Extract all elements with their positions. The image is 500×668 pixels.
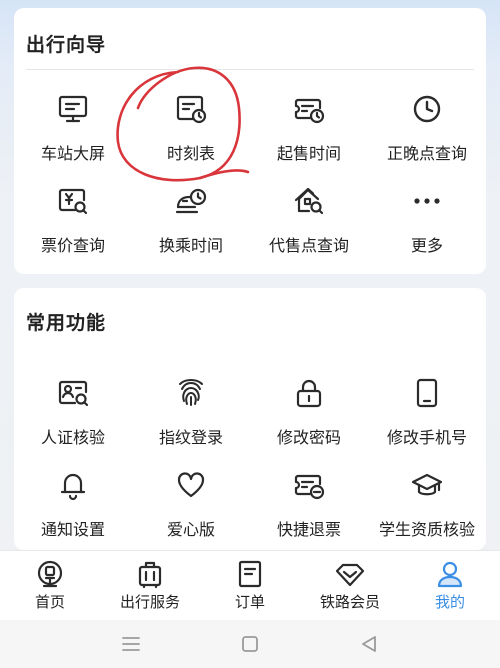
fingerprint-icon xyxy=(174,376,208,410)
bell-icon xyxy=(56,468,90,502)
user-icon xyxy=(435,559,465,589)
system-navigation-bar xyxy=(0,620,500,668)
luggage-icon xyxy=(135,559,165,589)
ticket-clock-icon xyxy=(292,92,326,126)
timetable-label: 时刻表 xyxy=(166,144,215,163)
quick-refund-button[interactable]: 快捷退票 xyxy=(250,460,368,552)
nav-label-orders: 订单 xyxy=(234,593,265,611)
student-verification-label: 学生资质核验 xyxy=(378,520,475,539)
price-query-button[interactable]: 票价查询 xyxy=(14,176,132,268)
price-query-label: 票价查询 xyxy=(40,236,105,255)
lock-icon xyxy=(292,376,326,410)
divider xyxy=(26,69,474,70)
more-dots-icon xyxy=(410,184,444,218)
change-password-label: 修改密码 xyxy=(276,428,341,447)
change-phone-label: 修改手机号 xyxy=(386,428,467,447)
diamond-icon xyxy=(335,559,365,589)
menu-icon[interactable] xyxy=(119,632,143,656)
home-train-icon xyxy=(35,559,65,589)
order-document-icon xyxy=(235,559,265,589)
train-clock-icon xyxy=(174,184,208,218)
sale-start-time-button[interactable]: 起售时间 xyxy=(250,84,368,176)
nav-label-travel-services: 出行服务 xyxy=(119,593,180,611)
student-verification-button[interactable]: 学生资质核验 xyxy=(368,460,486,552)
nav-label-home: 首页 xyxy=(34,593,65,611)
more-label: 更多 xyxy=(410,236,443,255)
id-verification-button[interactable]: 人证核验 xyxy=(14,368,132,460)
timetable-button[interactable]: 时刻表 xyxy=(132,84,250,176)
graduation-cap-icon xyxy=(410,468,444,502)
section-title-common-functions: 常用功能 xyxy=(26,312,107,334)
care-mode-button[interactable]: 爱心版 xyxy=(132,460,250,552)
nav-item-orders[interactable]: 订单 xyxy=(200,551,300,620)
nav-item-mine[interactable]: 我的 xyxy=(400,551,500,620)
change-password-button[interactable]: 修改密码 xyxy=(250,368,368,460)
clock-icon xyxy=(410,92,444,126)
price-search-icon xyxy=(56,184,90,218)
nav-item-home[interactable]: 首页 xyxy=(0,551,100,620)
quick-refund-label: 快捷退票 xyxy=(276,520,341,539)
ticket-refund-icon xyxy=(292,468,326,502)
section-title-travel-guide: 出行向导 xyxy=(26,34,107,56)
fingerprint-login-button[interactable]: 指纹登录 xyxy=(132,368,250,460)
bottom-nav: 首页 出行服务 订单 铁路会员 我的 xyxy=(0,550,500,620)
travel-guide-card: 出行向导 车站大屏 时刻表 起售时间 正晚点查询 票价查询 换乘时间 代售点查询… xyxy=(14,8,486,274)
house-search-icon xyxy=(292,184,326,218)
transfer-time-label: 换乘时间 xyxy=(158,236,223,255)
agency-query-label: 代售点查询 xyxy=(268,236,349,255)
more-button[interactable]: 更多 xyxy=(368,176,486,268)
station-screen-icon xyxy=(56,92,90,126)
phone-icon xyxy=(410,376,444,410)
nav-item-travel-services[interactable]: 出行服务 xyxy=(100,551,200,620)
care-mode-label: 爱心版 xyxy=(166,520,215,539)
nav-item-railway-member[interactable]: 铁路会员 xyxy=(300,551,400,620)
timetable-icon xyxy=(174,92,208,126)
id-card-search-icon xyxy=(56,376,90,410)
nav-label-railway-member: 铁路会员 xyxy=(319,593,380,611)
change-phone-button[interactable]: 修改手机号 xyxy=(368,368,486,460)
fingerprint-login-label: 指纹登录 xyxy=(158,428,223,447)
id-verification-label: 人证核验 xyxy=(40,428,105,447)
transfer-time-button[interactable]: 换乘时间 xyxy=(132,176,250,268)
home-square-icon[interactable] xyxy=(238,632,262,656)
delay-query-label: 正晚点查询 xyxy=(386,144,467,163)
back-triangle-icon[interactable] xyxy=(357,632,381,656)
station-screen-label: 车站大屏 xyxy=(40,144,105,163)
delay-query-button[interactable]: 正晚点查询 xyxy=(368,84,486,176)
sale-start-time-label: 起售时间 xyxy=(276,144,341,163)
notification-settings-label: 通知设置 xyxy=(40,520,105,539)
station-screen-button[interactable]: 车站大屏 xyxy=(14,84,132,176)
agency-query-button[interactable]: 代售点查询 xyxy=(250,176,368,268)
notification-settings-button[interactable]: 通知设置 xyxy=(14,460,132,552)
nav-label-mine: 我的 xyxy=(434,593,465,611)
heart-icon xyxy=(174,468,208,502)
common-functions-card: 常用功能 人证核验 指纹登录 修改密码 修改手机号 通知设置 爱心版 快捷退票 … xyxy=(14,288,486,550)
